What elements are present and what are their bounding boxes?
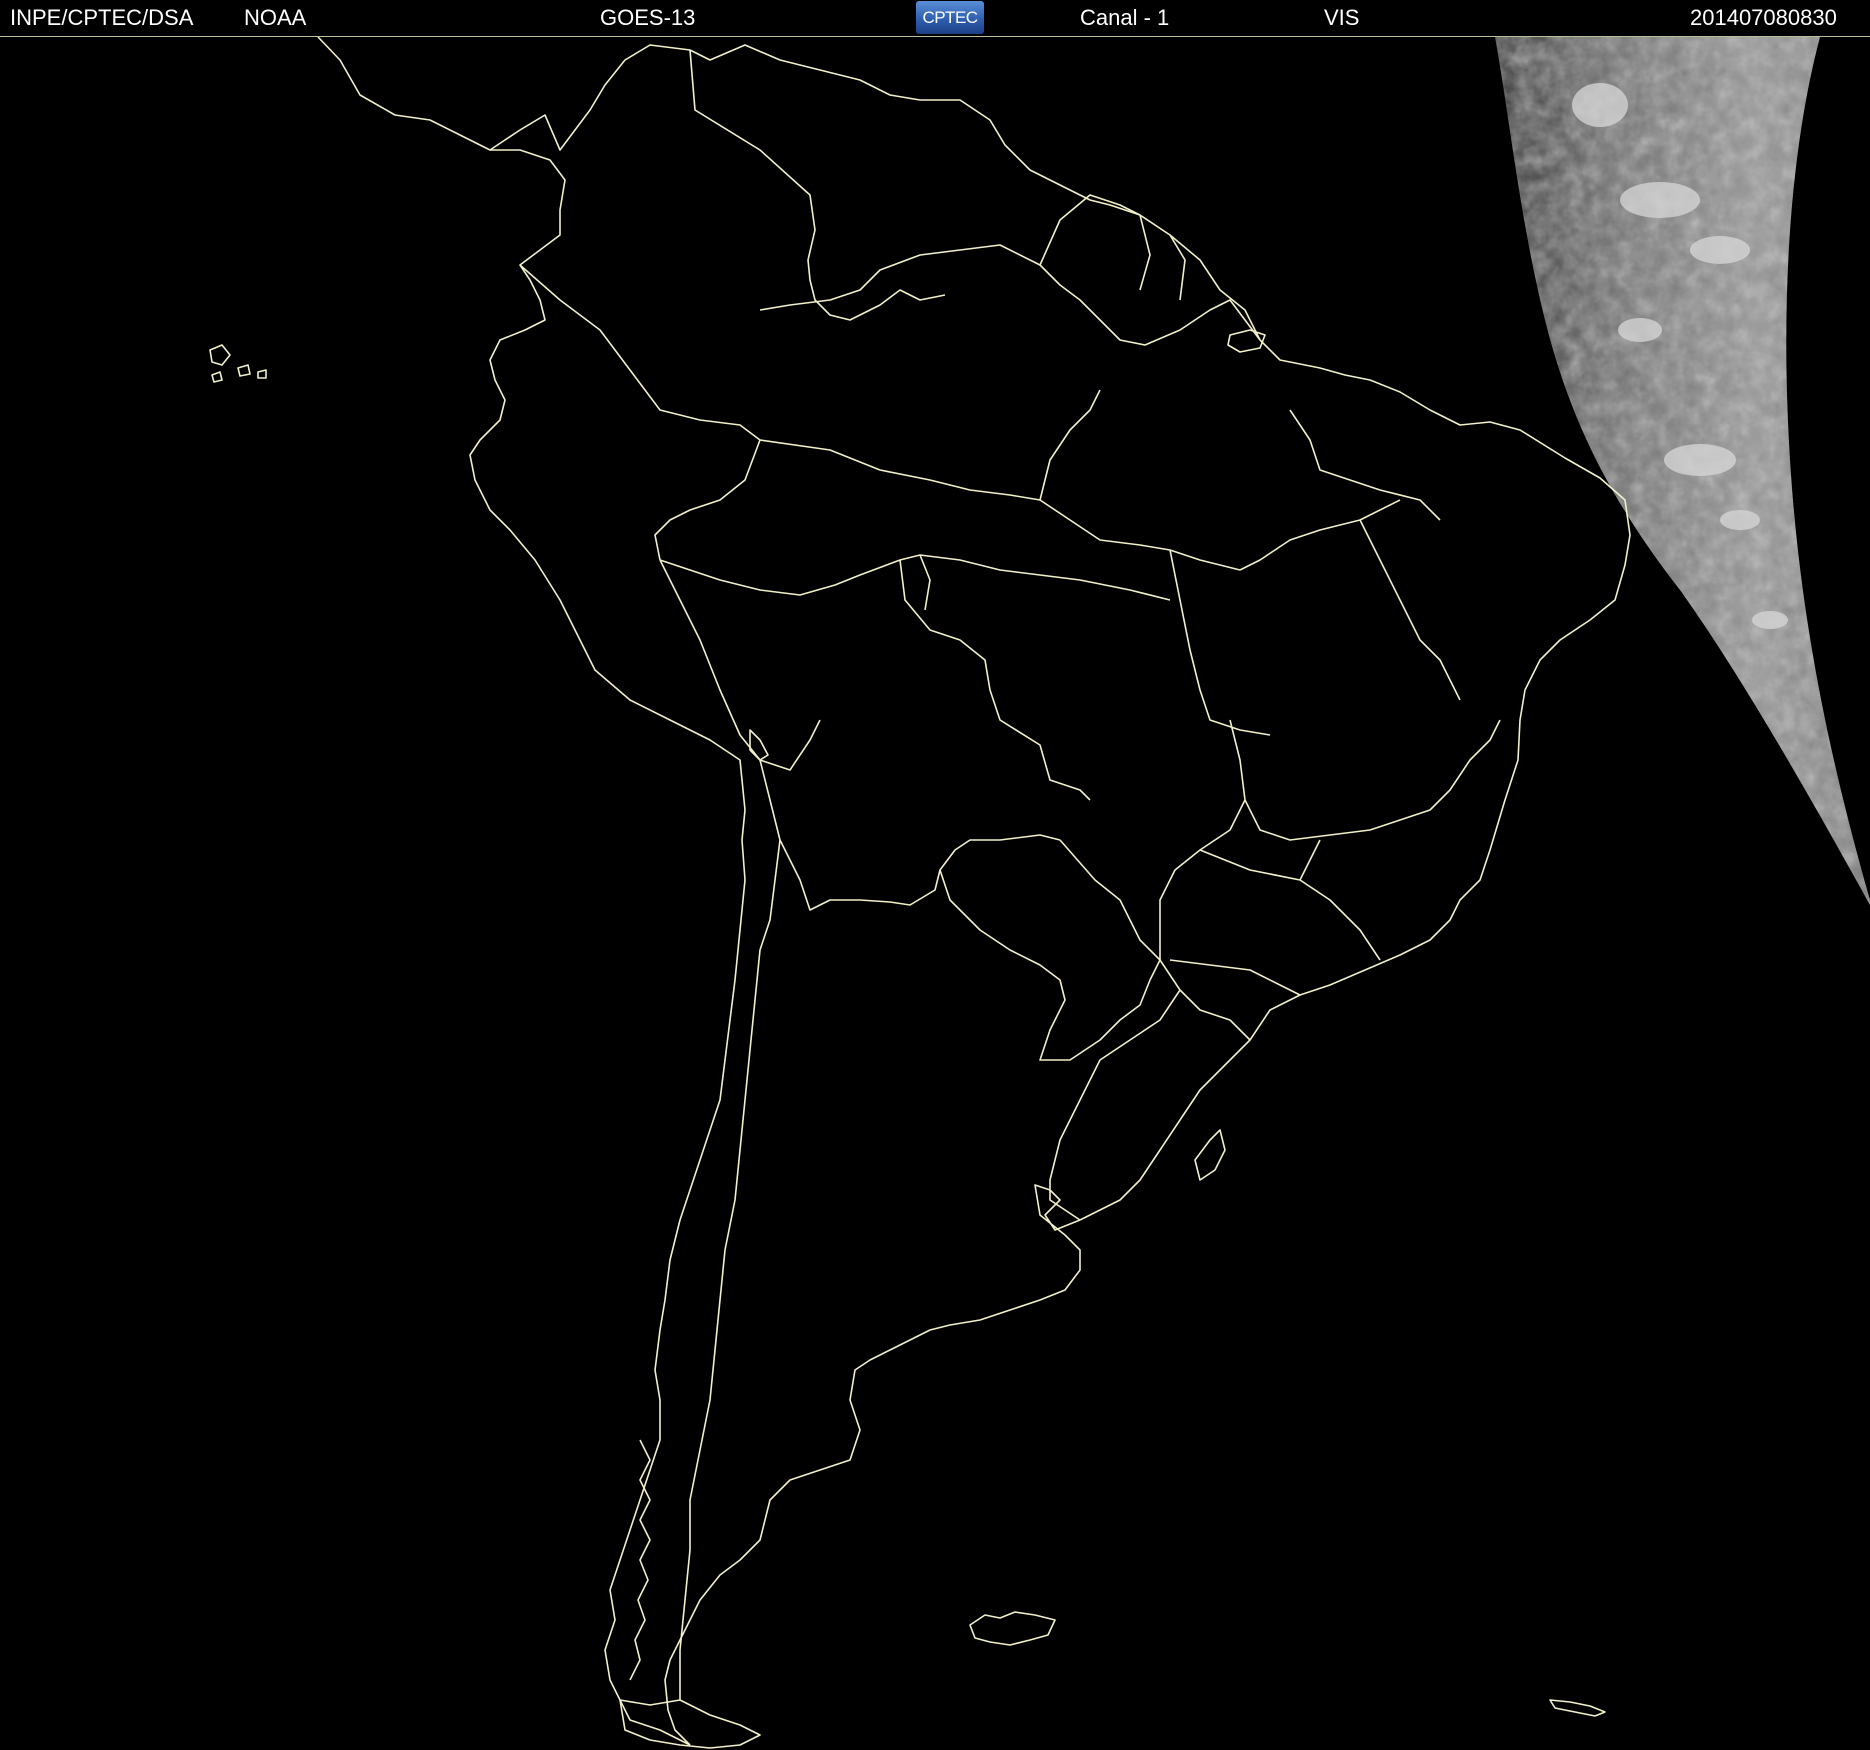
border-peru-bolivia [659,559,821,771]
brazil-state-borders [759,389,1501,996]
border-argentina-brazil-uruguay [1049,959,1251,1221]
cptec-logo-text: CPTEC [922,7,978,27]
border-bolivia-chile-argentina [759,759,1061,911]
border-peru-brazil [659,554,931,611]
pacific-coast [469,149,746,1746]
border-guianas [1039,194,1186,301]
band-label: VIS [1324,5,1360,30]
galapagos-islands [209,344,267,383]
map-canvas [209,37,1870,1749]
channel-label: Canal - 1 [1080,5,1170,30]
satellite-map [0,37,1870,1750]
border-paraguay [939,839,1161,1061]
border-argentina-chile [679,839,781,1700]
cptec-logo: CPTEC [916,1,984,34]
lake-titicaca [749,729,769,761]
institution-label: INPE/CPTEC/DSA [10,5,194,30]
header-bar: INPE/CPTEC/DSA NOAA GOES-13 CPTEC Canal … [0,0,1870,37]
falkland-islands [969,1611,1056,1646]
marajo-island [1227,329,1266,353]
lagoa-dos-patos [1194,1129,1226,1181]
timestamp-label: 201407080830 [1690,5,1837,30]
satellite-label: GOES-13 [600,5,696,30]
south-georgia-island [1549,1699,1606,1717]
border-colombia-ecuador-peru [519,264,761,561]
coastlines-and-borders [209,37,1631,1749]
chilean-archipelago [629,1439,651,1681]
border-bolivia-brazil [899,559,1091,801]
border-colombia-venezuela [689,49,946,321]
central-america-coast [317,37,1261,341]
agency-label: NOAA [244,5,307,30]
brazil-east-coast [1079,339,1631,1221]
argentina-atlantic-coast [664,1184,1081,1746]
